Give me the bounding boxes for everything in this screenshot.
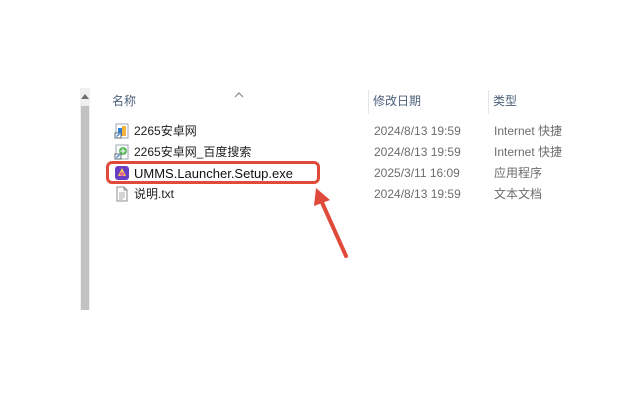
- file-date: 2025/3/11 16:09: [374, 166, 460, 180]
- file-date: 2024/8/13 19:59: [374, 145, 461, 159]
- internet-shortcut-icon: [114, 123, 130, 139]
- column-divider[interactable]: [368, 90, 369, 114]
- file-name: 2265安卓网: [134, 124, 197, 138]
- column-header: 名称 修改日期 类型: [96, 86, 564, 116]
- internet-shortcut-icon: [114, 144, 130, 160]
- file-date: 2024/8/13 19:59: [374, 187, 461, 201]
- file-name: 2265安卓网_百度搜索: [134, 145, 252, 159]
- scrollbar-thumb[interactable]: [81, 106, 89, 310]
- file-type: 应用程序: [494, 166, 543, 180]
- column-header-type[interactable]: 类型: [493, 86, 517, 116]
- file-row[interactable]: 2265安卓网_百度搜索 2024/8/13 19:59 Internet 快捷: [108, 142, 564, 163]
- file-type: Internet 快捷: [494, 124, 563, 138]
- scroll-up-arrow-icon[interactable]: [80, 88, 90, 104]
- file-explorer-view: 名称 修改日期 类型 2265安卓网 2024/8/13 19:59 Inter…: [0, 0, 640, 400]
- file-type: Internet 快捷: [494, 145, 563, 159]
- text-file-icon: [114, 186, 130, 202]
- file-row[interactable]: 2265安卓网 2024/8/13 19:59 Internet 快捷: [108, 121, 564, 142]
- column-header-date[interactable]: 修改日期: [373, 86, 421, 116]
- column-divider[interactable]: [488, 90, 489, 114]
- annotation-arrow-icon: [314, 188, 348, 258]
- highlight-annotation-box: [106, 161, 320, 184]
- vertical-scrollbar[interactable]: [80, 88, 90, 310]
- file-date: 2024/8/13 19:59: [374, 124, 461, 138]
- column-header-name[interactable]: 名称: [112, 86, 136, 116]
- sort-ascending-icon: [234, 86, 244, 104]
- file-type: 文本文档: [494, 187, 543, 201]
